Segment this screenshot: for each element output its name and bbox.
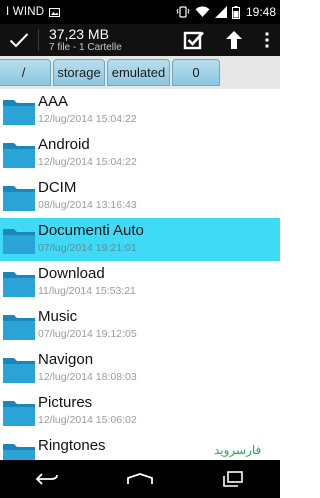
breadcrumb-root[interactable]: / — [0, 59, 51, 86]
folder-name: AAA — [38, 93, 69, 110]
up-arrow-icon — [226, 31, 242, 49]
status-bar: I WIND 19:48 — [0, 0, 280, 24]
selection-summary: 37,23 MB 7 file - 1 Cartelle — [49, 27, 174, 53]
breadcrumb-0[interactable]: 0 — [172, 59, 220, 86]
folder-date: 07/lug/2014 19:12:05 — [38, 328, 137, 340]
parent-folder-button[interactable] — [214, 24, 254, 56]
folder-name: Music — [38, 308, 78, 325]
breadcrumb-emulated[interactable]: emulated — [107, 59, 170, 86]
overflow-menu-button[interactable] — [254, 24, 280, 56]
folder-name: Navigon — [38, 351, 94, 368]
folder-icon — [3, 401, 35, 426]
list-item[interactable]: Music 07/lug/2014 19:12:05 — [0, 304, 280, 347]
home-button[interactable] — [120, 464, 160, 494]
folder-name: Pictures — [38, 394, 93, 411]
list-item[interactable]: Android 12/lug/2014 15:04:22 — [0, 132, 280, 175]
folder-name: DCIM — [38, 179, 77, 196]
folder-icon — [3, 358, 35, 383]
back-icon — [35, 473, 58, 485]
status-clock: 19:48 — [245, 5, 276, 19]
folder-name: Download — [38, 265, 105, 282]
image-notification-icon — [49, 7, 61, 17]
folder-icon — [3, 444, 35, 460]
select-all-icon — [183, 31, 204, 50]
battery-icon — [231, 5, 240, 19]
folder-icon — [3, 186, 35, 211]
breadcrumb: / storage emulated 0 — [0, 56, 280, 89]
recents-button[interactable] — [213, 464, 253, 494]
home-icon — [127, 473, 153, 484]
folder-icon — [3, 229, 35, 254]
selection-count: 7 file - 1 Cartelle — [49, 42, 122, 53]
selection-size: 37,23 MB — [49, 26, 109, 42]
folder-date: 12/lug/2014 18:08:03 — [38, 371, 137, 383]
folder-icon — [3, 272, 35, 297]
folder-icon — [3, 143, 35, 168]
folder-date: 11/lug/2014 15:53:21 — [38, 285, 136, 297]
breadcrumb-storage[interactable]: storage — [53, 59, 105, 86]
file-list: AAA 12/lug/2014 15:04:22 Android 12/lug/… — [0, 89, 280, 460]
done-button[interactable] — [0, 24, 38, 56]
folder-icon — [3, 100, 35, 125]
folder-name: Ringtones — [38, 437, 106, 454]
list-item[interactable]: Navigon 12/lug/2014 18:08:03 — [0, 347, 280, 390]
list-item[interactable]: DCIM 08/lug/2014 13:16:43 — [0, 175, 280, 218]
folder-name: Android — [38, 136, 90, 153]
folder-date: 12/lug/2014 15:04:22 — [38, 113, 137, 125]
folder-name: Documenti Auto — [38, 222, 144, 239]
action-divider — [38, 29, 39, 51]
recents-icon — [223, 471, 244, 487]
check-icon — [9, 33, 29, 48]
back-button[interactable] — [27, 464, 67, 494]
folder-date: 12/lug/2014 15:06:02 — [38, 414, 137, 426]
list-item-selected[interactable]: Documenti Auto 07/lug/2014 19:21:01 — [0, 218, 280, 261]
navigation-bar — [0, 460, 280, 498]
carrier-label: I WIND — [6, 6, 45, 18]
list-item[interactable]: Pictures 12/lug/2014 15:06:02 — [0, 390, 280, 433]
wifi-icon — [195, 6, 210, 18]
vibrate-icon — [176, 6, 190, 18]
folder-date: 08/lug/2014 13:16:43 — [38, 199, 137, 211]
folder-date: 07/lug/2014 19:21:01 — [38, 242, 137, 254]
list-item[interactable]: Download 11/lug/2014 15:53:21 — [0, 261, 280, 304]
list-item[interactable]: AAA 12/lug/2014 15:04:22 — [0, 89, 280, 132]
action-bar: 37,23 MB 7 file - 1 Cartelle — [0, 24, 280, 56]
watermark-logo: فارسروید — [214, 443, 262, 457]
folder-date: 12/lug/2014 15:04:22 — [38, 156, 137, 168]
select-all-button[interactable] — [174, 24, 214, 56]
overflow-menu-icon — [265, 32, 269, 48]
folder-icon — [3, 315, 35, 340]
signal-icon — [214, 6, 227, 18]
